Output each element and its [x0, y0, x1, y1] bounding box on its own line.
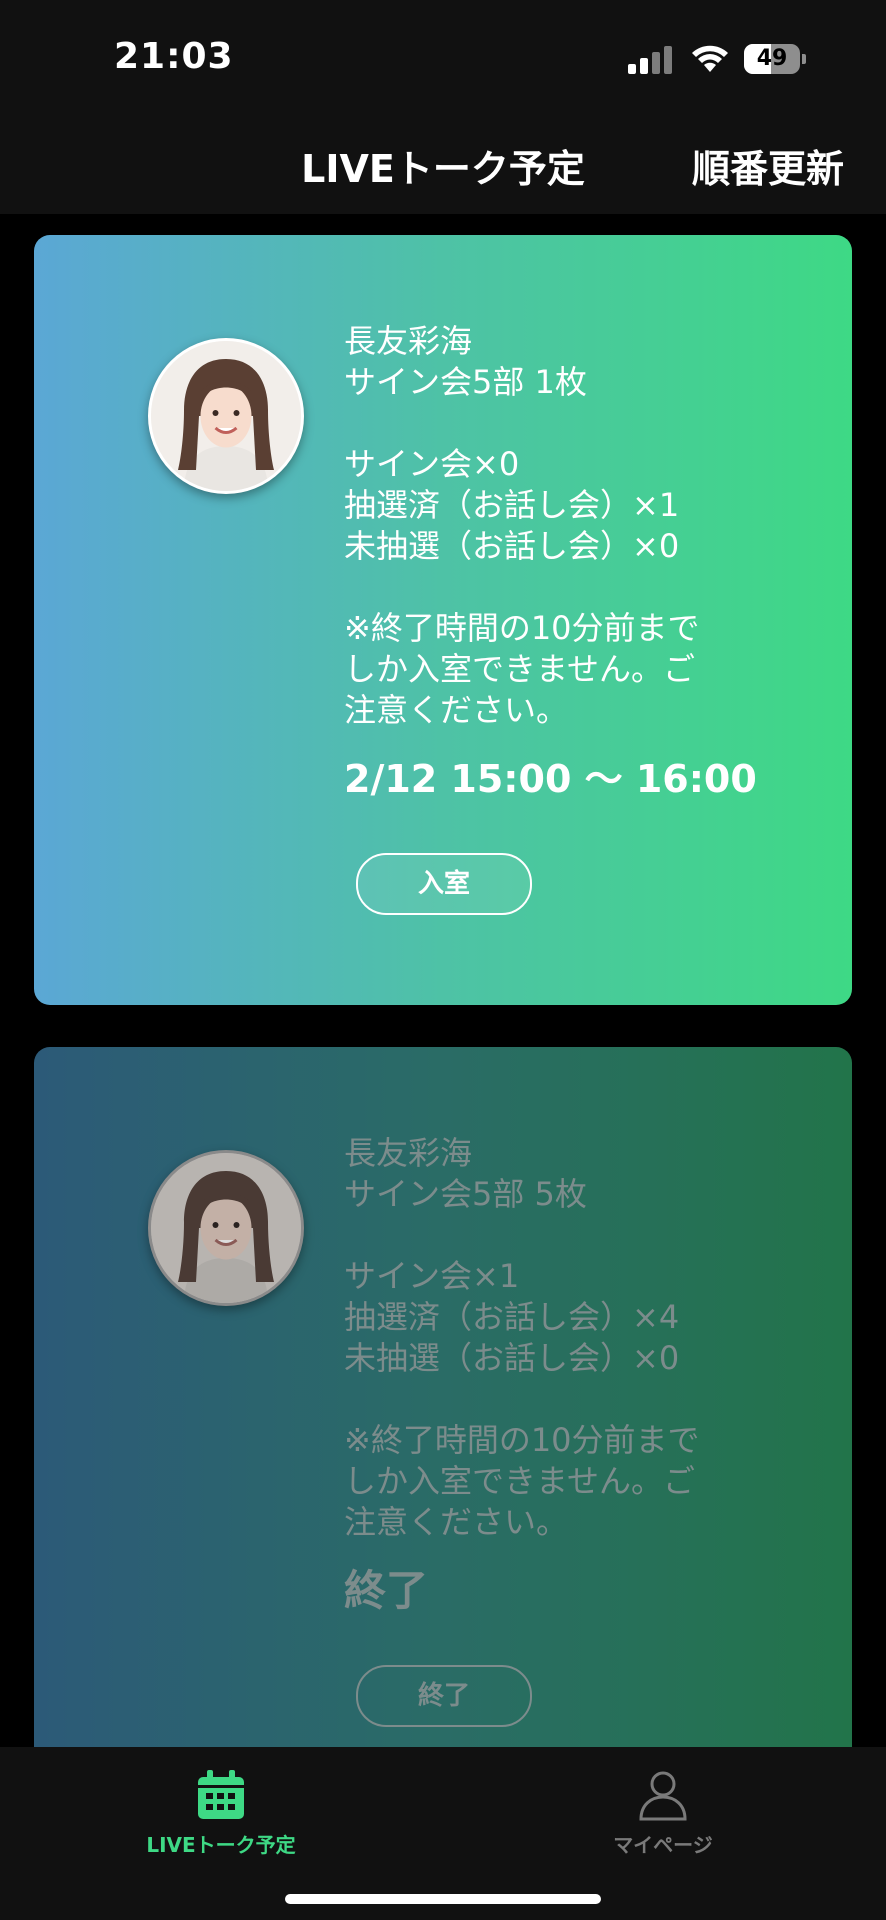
enter-room-button[interactable]: 入室 — [356, 853, 532, 915]
talk-card: 長友彩海 サイン会5部 5枚 サイン会×1 抽選済（お話し会）×4 未抽選（お話… — [34, 1047, 852, 1767]
avatar — [148, 1150, 304, 1306]
tab-my-page[interactable]: マイページ — [543, 1767, 783, 1858]
tab-label: マイページ — [613, 1833, 713, 1857]
sign-count: サイン会×1 — [344, 1257, 520, 1295]
notice-text: 注意ください。 — [344, 1503, 569, 1541]
event-status: 終了 — [344, 1566, 429, 1615]
event-name: サイン会5部 1枚 — [344, 363, 587, 401]
talk-card: 長友彩海 サイン会5部 1枚 サイン会×0 抽選済（お話し会）×1 未抽選（お話… — [34, 235, 852, 1005]
person-icon — [635, 1767, 691, 1823]
tab-label: LIVEトーク予定 — [146, 1833, 296, 1857]
member-name: 長友彩海 — [344, 1134, 473, 1172]
undrawn-count: 未抽選（お話し会）×0 — [344, 527, 680, 565]
home-indicator — [285, 1894, 601, 1904]
reorder-button[interactable]: 順番更新 — [692, 138, 844, 193]
nav-header: LIVEトーク予定 順番更新 — [0, 110, 886, 214]
notice-text: ※終了時間の10分前まで — [344, 609, 700, 647]
wifi-icon — [690, 42, 730, 74]
card-info: 長友彩海 サイン会5部 1枚 サイン会×0 抽選済（お話し会）×1 未抽選（お話… — [344, 321, 824, 801]
status-bar: 21:03 49 — [0, 0, 886, 110]
drawn-count: 抽選済（お話し会）×4 — [344, 1298, 680, 1336]
member-name: 長友彩海 — [344, 322, 473, 360]
notice-text: ※終了時間の10分前まで — [344, 1421, 700, 1459]
notice-text: 注意ください。 — [344, 691, 569, 729]
avatar — [148, 338, 304, 494]
battery-icon: 49 — [744, 44, 806, 74]
cellular-signal-icon — [628, 46, 674, 74]
tab-live-talk[interactable]: LIVEトーク予定 — [101, 1767, 341, 1858]
sign-count: サイン会×0 — [344, 445, 520, 483]
notice-text: しか入室できません。ご — [344, 650, 696, 688]
battery-level: 49 — [756, 46, 788, 71]
event-name: サイン会5部 5枚 — [344, 1175, 587, 1213]
card-info: 長友彩海 サイン会5部 5枚 サイン会×1 抽選済（お話し会）×4 未抽選（お話… — [344, 1133, 824, 1613]
event-datetime: 2/12 15:00 〜 16:00 — [344, 757, 757, 801]
drawn-count: 抽選済（お話し会）×1 — [344, 486, 680, 524]
notice-text: しか入室できません。ご — [344, 1462, 696, 1500]
calendar-icon — [193, 1767, 249, 1823]
undrawn-count: 未抽選（お話し会）×0 — [344, 1339, 680, 1377]
ended-button[interactable]: 終了 — [356, 1665, 532, 1727]
status-time: 21:03 — [114, 36, 234, 77]
